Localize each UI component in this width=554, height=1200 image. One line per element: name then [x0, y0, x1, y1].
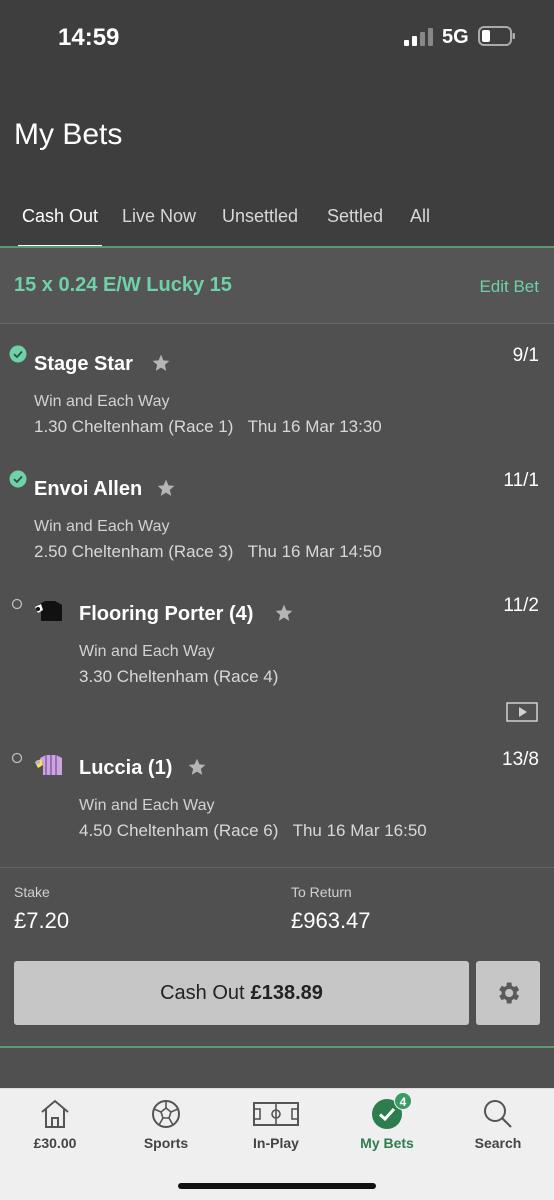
selection-race: 1.30 Cheltenham (Race 1) Thu 16 Mar 13:3… [34, 417, 382, 437]
selection-market: Win and Each Way [79, 797, 215, 814]
tab-label: All [410, 206, 431, 226]
stake-divider [0, 867, 554, 868]
star-icon[interactable] [274, 603, 294, 623]
tab-settled[interactable]: Settled [327, 206, 383, 246]
race-name: 4.50 Cheltenham (Race 6) [79, 821, 279, 840]
race-name: 1.30 Cheltenham (Race 1) [34, 417, 234, 436]
tab-label: Search [474, 1135, 522, 1151]
selection-name: Flooring Porter (4) [79, 603, 254, 625]
tab-in-play[interactable]: In-Play [221, 1089, 331, 1159]
bet-tabs: Cash Out Live Now Unsettled Settled All [0, 206, 554, 248]
tab-label: Live Now [122, 206, 197, 226]
selection-market: Win and Each Way [34, 518, 170, 535]
page-header: My Bets Cash Out Live Now Unsettled Sett… [0, 80, 554, 248]
race-datetime: Thu 16 Mar 14:50 [247, 542, 382, 561]
jockey-silk-icon [35, 601, 62, 621]
edit-bet-button[interactable]: Edit Bet [479, 277, 539, 297]
video-play-icon[interactable] [506, 702, 538, 722]
return-value: £963.47 [291, 908, 371, 933]
selection-name: Stage Star [34, 353, 133, 375]
section-divider [0, 1046, 554, 1048]
race-datetime: Thu 16 Mar 13:30 [247, 417, 382, 436]
return-label: To Return [291, 884, 352, 900]
selection-odds: 9/1 [512, 345, 539, 366]
stake-label: Stake [14, 884, 50, 900]
jockey-silk-icon [35, 755, 62, 775]
pending-circle-icon [11, 752, 23, 764]
tab-unsettled[interactable]: Unsettled [222, 206, 298, 246]
signal-icon [404, 28, 433, 46]
gear-icon [499, 982, 520, 1004]
page-title: My Bets [14, 118, 123, 151]
selection-odds: 13/8 [502, 749, 539, 770]
tab-label: Unsettled [222, 206, 299, 226]
selection-market: Win and Each Way [79, 643, 215, 660]
check-circle-icon [9, 345, 27, 363]
selection-market: Win and Each Way [34, 393, 170, 410]
bet-header: 15 x 0.24 E/W Lucky 15 Edit Bet [0, 248, 554, 324]
tab-label: In-Play [253, 1135, 299, 1151]
tab-cash-out[interactable]: Cash Out [18, 206, 103, 248]
star-icon[interactable] [156, 478, 176, 498]
selection-name: Luccia (1) [79, 757, 173, 779]
status-bar: 14:59 5G [0, 0, 554, 80]
selection-name: Envoi Allen [34, 478, 143, 500]
star-icon[interactable] [151, 353, 171, 373]
selection-race: 2.50 Cheltenham (Race 3) Thu 16 Mar 14:5… [34, 542, 382, 562]
cash-out-settings-button[interactable] [476, 961, 540, 1025]
bottom-tab-bar: £30.00 Sports In-Play 4 My Bets Search [0, 1088, 554, 1200]
network-label: 5G [442, 26, 469, 48]
pending-circle-icon [11, 598, 23, 610]
home-indicator[interactable] [178, 1183, 376, 1189]
tab-live-now[interactable]: Live Now [122, 206, 196, 246]
selection-race: 4.50 Cheltenham (Race 6) Thu 16 Mar 16:5… [79, 821, 427, 841]
tab-label: Settled [327, 206, 384, 226]
my-bets-badge: 4 [394, 1092, 412, 1110]
tab-label: Cash Out [22, 206, 99, 226]
tab-label: Sports [143, 1135, 189, 1151]
tab-label: My Bets [360, 1135, 414, 1151]
tab-label: £30.00 [33, 1135, 77, 1151]
tab-my-bets[interactable]: 4 My Bets [332, 1089, 442, 1159]
selection-odds: 11/1 [503, 470, 539, 491]
race-name: 2.50 Cheltenham (Race 3) [34, 542, 234, 561]
home-icon [41, 1099, 69, 1128]
cash-out-label: Cash Out [160, 981, 245, 1004]
pitch-icon [253, 1102, 299, 1126]
race-datetime: Thu 16 Mar 16:50 [292, 821, 427, 840]
cash-out-button[interactable]: Cash Out £138.89 [14, 961, 469, 1025]
status-time: 14:59 [58, 24, 120, 51]
cash-out-value: £138.89 [250, 981, 323, 1004]
star-icon[interactable] [187, 757, 207, 777]
bet-title: 15 x 0.24 E/W Lucky 15 [14, 274, 232, 296]
battery-icon [478, 26, 515, 46]
selection-race: 3.30 Cheltenham (Race 4) [79, 667, 279, 686]
football-icon [152, 1100, 180, 1128]
stake-value: £7.20 [14, 908, 70, 933]
tab-sports[interactable]: Sports [111, 1089, 221, 1159]
selection-odds: 11/2 [503, 595, 539, 616]
check-circle-icon [9, 470, 27, 488]
tab-all[interactable]: All [410, 206, 430, 246]
tab-home[interactable]: £30.00 [0, 1089, 110, 1159]
search-icon [484, 1100, 512, 1128]
tab-search[interactable]: Search [443, 1089, 553, 1159]
